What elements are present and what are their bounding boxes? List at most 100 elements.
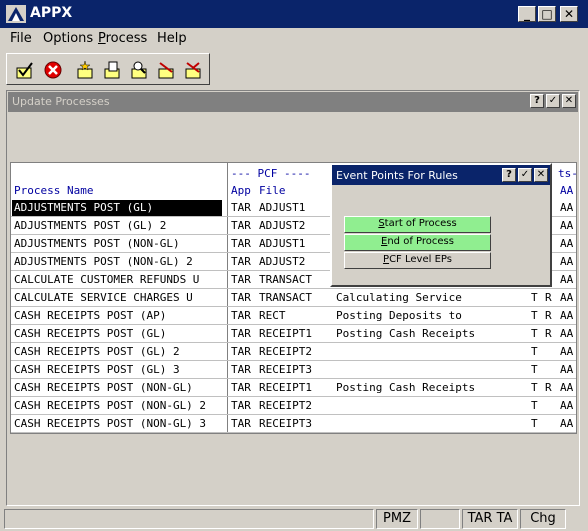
t-flag-cell: T — [531, 345, 538, 358]
status-bar: PMZ TAR TA Chg — [0, 507, 588, 531]
file-cell: ADJUST1 — [259, 237, 306, 250]
start-of-process-button[interactable]: Start of Process — [344, 216, 491, 233]
process-name-cell: ADJUSTMENTS POST (GL) — [12, 200, 222, 216]
mdi-help-button[interactable]: ? — [530, 94, 544, 108]
file-cell: RECEIPT3 — [259, 363, 312, 376]
process-name-cell: CASH RECEIPTS POST (GL) — [14, 327, 167, 340]
t-flag-cell: T — [531, 291, 538, 304]
window-title: APPX — [30, 5, 73, 21]
menu-options[interactable]: Options — [43, 31, 93, 46]
app-cell: TAR — [231, 399, 251, 412]
table-row[interactable]: CASH RECEIPTS POST (GL) TAR RECEIPT1 Postin… — [11, 325, 576, 343]
t-flag-cell: T — [531, 417, 538, 430]
table-row[interactable]: CALCULATE SERVICE CHARGES U TAR TRANSACT Ca… — [11, 289, 576, 307]
app-cell: TAR — [231, 309, 251, 322]
aa-cell: AA — [560, 417, 574, 430]
status-mode: Chg — [520, 509, 566, 529]
file-cell: TRANSACT — [259, 273, 312, 286]
popup-help-button[interactable]: ? — [502, 168, 516, 182]
toolbar — [6, 53, 210, 85]
file-cell: TRANSACT — [259, 291, 312, 304]
status-user: PMZ — [376, 509, 418, 529]
menu-process[interactable]: Process — [98, 31, 147, 46]
prev-icon[interactable] — [156, 60, 176, 80]
check-icon[interactable] — [15, 60, 35, 80]
find-icon[interactable] — [129, 60, 149, 80]
process-name-cell: CALCULATE SERVICE CHARGES U — [14, 291, 193, 304]
app-cell: TAR — [231, 291, 251, 304]
popup-close-button[interactable]: ✕ — [534, 168, 548, 182]
file-cell: RECEIPT2 — [259, 345, 312, 358]
minimize-button[interactable]: _ — [518, 6, 536, 22]
maximize-button[interactable]: □ — [538, 6, 556, 22]
app-cell: TAR — [231, 363, 251, 376]
menu-file[interactable]: File — [10, 31, 32, 46]
cancel-icon[interactable] — [43, 60, 63, 80]
app-cell: TAR — [231, 345, 251, 358]
file-cell: RECEIPT2 — [259, 399, 312, 412]
mdi-ok-button[interactable]: ✓ — [546, 94, 560, 108]
table-row[interactable]: CASH RECEIPTS POST (NON-GL) 2 TAR RECEIPT2… — [11, 397, 576, 415]
pcf-level-eps-button[interactable]: PCF Level EPs — [344, 252, 491, 269]
title-bar: APPX _ □ ✕ — [0, 0, 588, 28]
description-cell: Posting Cash Receipts — [336, 381, 476, 394]
header-ts: ts- — [558, 167, 577, 180]
status-blank — [420, 509, 460, 529]
header-pcf: --- PCF ---- — [231, 167, 311, 180]
next-icon[interactable] — [183, 60, 203, 80]
r-flag-cell: R — [545, 291, 552, 304]
file-cell: ADJUST2 — [259, 219, 306, 232]
close-button[interactable]: ✕ — [560, 6, 578, 22]
status-message-panel — [4, 509, 374, 529]
table-row[interactable]: CASH RECEIPTS POST (NON-GL) 3 TAR RECEIPT3… — [11, 415, 576, 433]
appx-logo-icon — [6, 5, 26, 23]
process-name-cell: CASH RECEIPTS POST (AP) — [14, 309, 167, 322]
popup-ok-button[interactable]: ✓ — [518, 168, 532, 182]
app-cell: TAR — [231, 237, 251, 250]
aa-cell: AA — [560, 219, 574, 232]
table-row[interactable]: CASH RECEIPTS POST (GL) 3 TAR RECEIPT3 T AA — [11, 361, 576, 379]
file-cell: ADJUST2 — [259, 255, 306, 268]
process-name-cell: ADJUSTMENTS POST (NON-GL) — [14, 237, 180, 250]
app-cell: TAR — [231, 327, 251, 340]
app-cell: TAR — [231, 381, 251, 394]
aa-cell: AA — [560, 201, 574, 214]
process-name-cell: ADJUSTMENTS POST (NON-GL) 2 — [14, 255, 193, 268]
r-flag-cell: R — [545, 381, 552, 394]
table-row[interactable]: CASH RECEIPTS POST (NON-GL) TAR RECEIPT1 Po… — [11, 379, 576, 397]
r-flag-cell: R — [545, 309, 552, 322]
t-flag-cell: T — [531, 327, 538, 340]
file-cell: RECEIPT3 — [259, 417, 312, 430]
app-cell: TAR — [231, 219, 251, 232]
app-cell: TAR — [231, 255, 251, 268]
aa-cell: AA — [560, 309, 574, 322]
aa-cell: AA — [560, 345, 574, 358]
event-points-dialog: Event Points For Rules ? ✓ ✕ Start of Pr… — [330, 163, 552, 287]
file-cell: RECEIPT1 — [259, 327, 312, 340]
table-row[interactable]: CASH RECEIPTS POST (AP) TAR RECT Posting De… — [11, 307, 576, 325]
header-process-name: Process Name — [14, 184, 94, 197]
end-of-process-button[interactable]: End of Process — [344, 234, 491, 251]
t-flag-cell: T — [531, 399, 538, 412]
new-icon[interactable] — [75, 60, 95, 80]
table-row[interactable]: CASH RECEIPTS POST (GL) 2 TAR RECEIPT2 T AA — [11, 343, 576, 361]
mdi-close-button[interactable]: ✕ — [562, 94, 576, 108]
app-cell: TAR — [231, 417, 251, 430]
process-name-cell: ADJUSTMENTS POST (GL) 2 — [14, 219, 167, 232]
app-cell: TAR — [231, 273, 251, 286]
process-name-cell: CASH RECEIPTS POST (NON-GL) — [14, 381, 193, 394]
mdi-title: Update Processes — [12, 95, 110, 108]
aa-cell: AA — [560, 273, 574, 286]
description-cell: Posting Deposits to — [336, 309, 462, 322]
aa-cell: AA — [560, 381, 574, 394]
t-flag-cell: T — [531, 363, 538, 376]
app-cell: TAR — [231, 201, 251, 214]
header-app: App — [231, 184, 251, 197]
aa-cell: AA — [560, 255, 574, 268]
t-flag-cell: T — [531, 309, 538, 322]
process-name-cell: CASH RECEIPTS POST (NON-GL) 3 — [14, 417, 207, 430]
menu-help[interactable]: Help — [157, 31, 187, 46]
description-cell: Posting Cash Receipts — [336, 327, 476, 340]
event-points-title: Event Points For Rules — [336, 169, 458, 182]
open-icon[interactable] — [102, 60, 122, 80]
